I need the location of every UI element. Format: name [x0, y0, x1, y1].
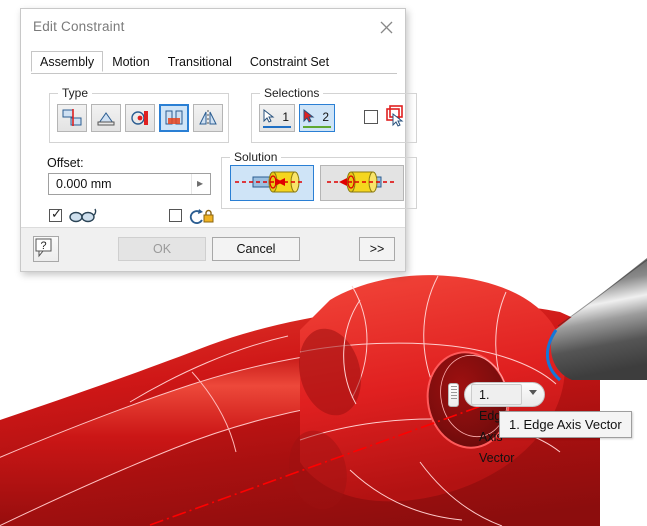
- edit-constraint-dialog: Edit Constraint Assembly Motion Transiti…: [20, 8, 417, 272]
- tab-motion[interactable]: Motion: [103, 51, 159, 72]
- offset-input[interactable]: 0.000 mm ▸: [48, 173, 211, 195]
- selection-step-2-button[interactable]: 2: [299, 104, 335, 132]
- selection-step-1-count: 1: [282, 110, 289, 124]
- lock-checkbox[interactable]: [169, 209, 182, 222]
- chevron-right-icon[interactable]: ▸: [191, 174, 210, 194]
- angle-icon[interactable]: [91, 104, 121, 132]
- tooltip: 1. Edge Axis Vector: [499, 411, 632, 438]
- close-icon[interactable]: [371, 13, 401, 41]
- dialog-titlebar: Edit Constraint: [21, 9, 405, 45]
- selection-step-2-count: 2: [322, 110, 329, 124]
- touch-align-icon[interactable]: [57, 104, 87, 132]
- concentric-icon[interactable]: [125, 104, 155, 132]
- selections-checkbox[interactable]: [364, 110, 378, 124]
- selection-step-2-underline: [303, 126, 331, 128]
- solution-forward-button[interactable]: [230, 165, 314, 201]
- align-forward-icon: [235, 171, 305, 193]
- selections-group-label: Selections: [260, 86, 324, 100]
- preview-option-row[interactable]: ✓: [49, 207, 119, 227]
- help-icon[interactable]: ?: [33, 236, 59, 262]
- tab-assembly[interactable]: Assembly: [31, 51, 104, 72]
- preview-checkbox[interactable]: ✓: [49, 207, 62, 222]
- ok-button[interactable]: OK: [118, 237, 206, 261]
- dialog-title: Edit Constraint: [33, 19, 125, 34]
- center-icon[interactable]: [159, 104, 189, 132]
- dialog-footer: ? OK Cancel >>: [21, 227, 405, 271]
- rotate-lock-icon: [189, 209, 214, 224]
- stacked-boxes-icon[interactable]: [384, 104, 408, 128]
- chevron-down-icon[interactable]: [529, 390, 538, 395]
- selection-pill-body[interactable]: 1. Edge Axis Vector: [464, 382, 546, 465]
- align-reverse-icon: [327, 171, 397, 193]
- cursor-arrow-icon: [303, 109, 315, 123]
- mirror-icon[interactable]: [193, 104, 223, 132]
- selection-step-1-button[interactable]: 1: [259, 104, 295, 132]
- drag-grip-icon[interactable]: [448, 383, 459, 407]
- cancel-button[interactable]: Cancel: [212, 237, 300, 261]
- more-options-button[interactable]: >>: [359, 237, 395, 261]
- selection-step-1-underline: [263, 126, 291, 128]
- tabstrip: Assembly Motion Transitional Constraint …: [31, 51, 397, 74]
- lock-option-row[interactable]: [169, 209, 229, 227]
- type-group: Type: [49, 86, 229, 143]
- glasses-icon: [69, 208, 97, 223]
- solution-group-label: Solution: [230, 150, 282, 164]
- offset-label: Offset:: [47, 156, 84, 170]
- selection-pill-label: 1. Edge Axis Vector: [471, 384, 523, 465]
- solution-reverse-button[interactable]: [320, 165, 404, 201]
- cursor-arrow-icon: [263, 109, 275, 123]
- solution-group: Solution: [221, 150, 417, 209]
- svg-text:?: ?: [40, 240, 46, 252]
- selections-group: Selections 1 2: [251, 86, 417, 143]
- tab-transitional[interactable]: Transitional: [159, 51, 241, 72]
- type-group-label: Type: [58, 86, 93, 100]
- tab-constraint-set[interactable]: Constraint Set: [241, 51, 338, 72]
- offset-value: 0.000 mm: [56, 177, 112, 191]
